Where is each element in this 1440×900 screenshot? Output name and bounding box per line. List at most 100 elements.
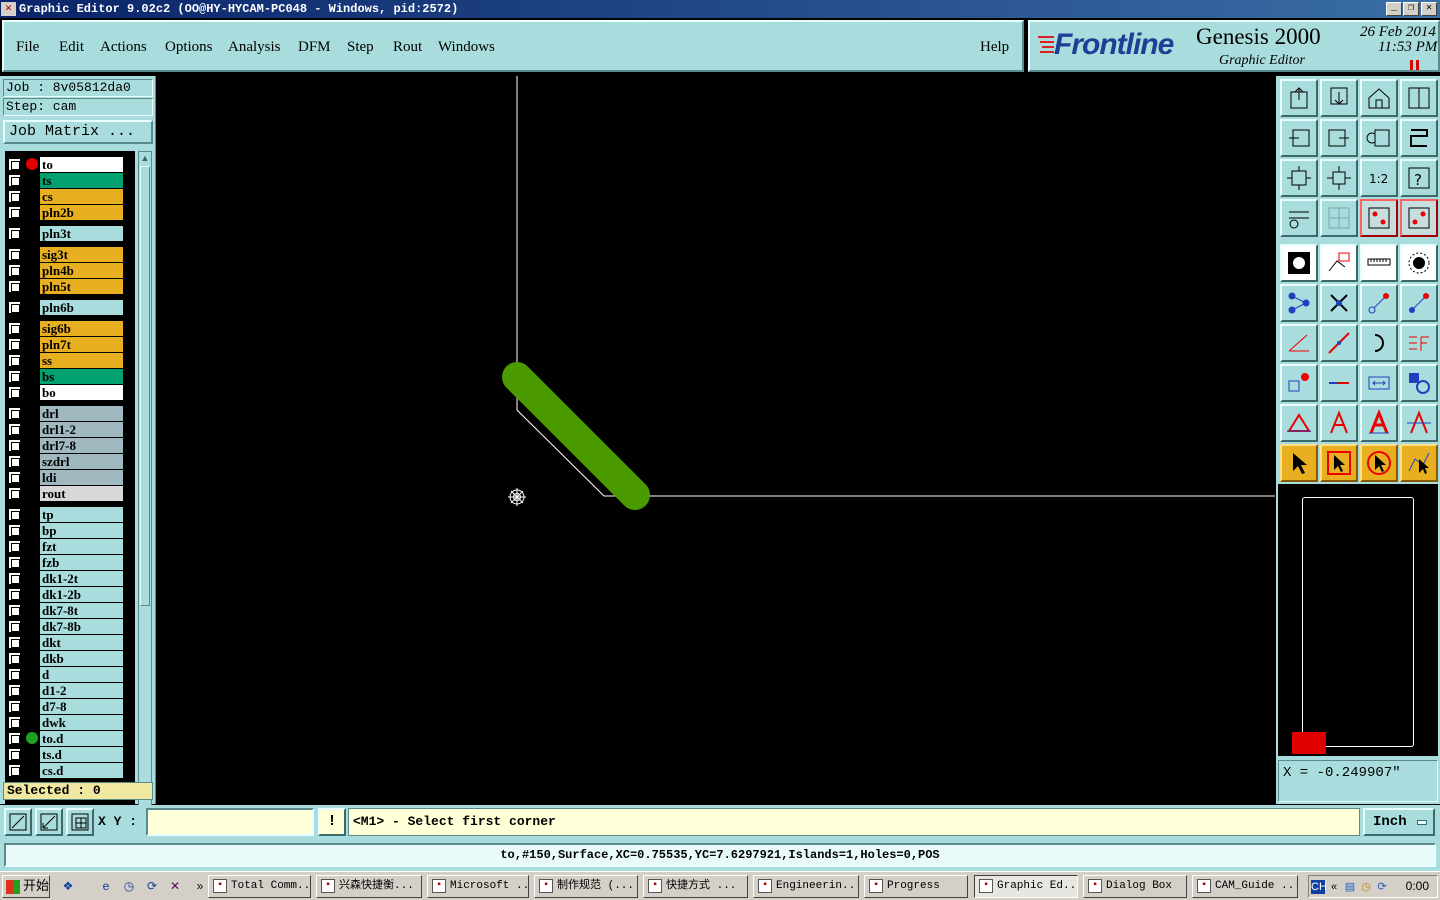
layer-checkbox[interactable] <box>8 174 21 187</box>
layer-checkbox[interactable] <box>8 588 21 601</box>
layer-row[interactable]: dk7-8b <box>5 619 135 634</box>
layer-row[interactable]: drl <box>5 406 135 421</box>
save-button[interactable] <box>1320 79 1358 117</box>
menu-file[interactable]: File <box>16 39 39 56</box>
zoom-center-button[interactable] <box>1320 159 1358 197</box>
zoom-out-button[interactable] <box>35 808 63 836</box>
x-app-icon[interactable]: ✕ <box>167 878 183 894</box>
layer-name[interactable]: tp <box>40 507 123 522</box>
layer-name[interactable]: to.d <box>40 731 123 746</box>
layer-row[interactable]: dk1-2b <box>5 587 135 602</box>
layer-row[interactable]: ldi <box>5 470 135 485</box>
settings-button[interactable] <box>1280 199 1318 237</box>
layer-row[interactable]: dk1-2t <box>5 571 135 586</box>
help-button[interactable]: ? <box>1400 159 1438 197</box>
layer-row[interactable]: sig6b <box>5 321 135 336</box>
taskbar-task[interactable]: ▪ Total Comm... <box>208 875 311 898</box>
layer-checkbox[interactable] <box>8 439 21 452</box>
layer-name[interactable]: drl <box>40 406 123 421</box>
layer-name[interactable]: pln2b <box>40 205 123 220</box>
layer-row[interactable]: pln2b <box>5 205 135 220</box>
taskbar-task[interactable]: ▪ Progress <box>864 875 968 898</box>
layer-checkbox[interactable] <box>8 684 21 697</box>
pad-button[interactable] <box>1400 244 1438 282</box>
line-button[interactable] <box>1320 324 1358 362</box>
layer-name[interactable]: cs.d <box>40 763 123 778</box>
layer-row[interactable]: dwk <box>5 715 135 730</box>
layer-row[interactable]: pln6b <box>5 300 135 315</box>
restore-button[interactable]: ❐ <box>1403 2 1419 16</box>
start-button[interactable]: 开始 <box>2 875 50 898</box>
layer-name[interactable]: drl7-8 <box>40 438 123 453</box>
surface-button[interactable] <box>1320 244 1358 282</box>
layer-name[interactable]: cs <box>40 189 123 204</box>
layer-checkbox[interactable] <box>8 652 21 665</box>
layer-checkbox[interactable] <box>8 556 21 569</box>
layer-row[interactable]: dkb <box>5 651 135 666</box>
open-button[interactable] <box>1280 79 1318 117</box>
arc-button[interactable] <box>1360 324 1398 362</box>
layer-name[interactable]: d <box>40 667 123 682</box>
layer-row[interactable]: bo <box>5 385 135 400</box>
layer-row[interactable]: tp <box>5 507 135 522</box>
layer-name[interactable]: d1-2 <box>40 683 123 698</box>
network-icon[interactable]: ▤ <box>1343 880 1357 894</box>
taskbar-task[interactable]: ▪ Microsoft ... <box>427 875 529 898</box>
layer-name[interactable]: ldi <box>40 470 123 485</box>
layer-name[interactable]: fzb <box>40 555 123 570</box>
delete-button[interactable] <box>1320 284 1358 322</box>
layer-checkbox[interactable] <box>8 732 21 745</box>
window-button[interactable] <box>1400 79 1438 117</box>
menu-analysis[interactable]: Analysis <box>228 39 281 56</box>
overview-map[interactable] <box>1278 484 1438 756</box>
layer-checkbox[interactable] <box>8 322 21 335</box>
home-button[interactable] <box>1360 79 1398 117</box>
layer-name[interactable]: dk7-8b <box>40 619 123 634</box>
layer-checkbox[interactable] <box>8 471 21 484</box>
layer-name[interactable]: pln7t <box>40 337 123 352</box>
layer-name[interactable]: ts <box>40 173 123 188</box>
menu-step[interactable]: Step <box>347 39 374 56</box>
menu-rout[interactable]: Rout <box>393 39 422 56</box>
layer-row[interactable]: rout <box>5 486 135 501</box>
layer-row[interactable]: pln5t <box>5 279 135 294</box>
layer-row[interactable]: dk7-8t <box>5 603 135 618</box>
layer-name[interactable]: dkb <box>40 651 123 666</box>
taskbar-task[interactable]: ▪ CAM_Guide ... <box>1192 875 1298 898</box>
layer-row[interactable]: cs.d <box>5 763 135 778</box>
menu-help[interactable]: Help <box>980 39 1009 56</box>
layer-row[interactable]: cs <box>5 189 135 204</box>
layer-scrollbar[interactable]: ▲ ▼ <box>138 151 152 853</box>
taskbar-task[interactable]: ▪ Engineerin... <box>753 875 859 898</box>
zoom-fit-button[interactable] <box>1280 159 1318 197</box>
copy-button[interactable] <box>1400 284 1438 322</box>
layer-name[interactable]: dwk <box>40 715 123 730</box>
measure-button[interactable] <box>1360 364 1398 402</box>
xy-input[interactable] <box>146 808 314 836</box>
layer-checkbox[interactable] <box>8 423 21 436</box>
layer-row[interactable]: to <box>5 157 135 172</box>
redo-button[interactable] <box>1400 119 1438 157</box>
layer-row[interactable]: drl1-2 <box>5 422 135 437</box>
layer-name[interactable]: dkt <box>40 635 123 650</box>
layer-name[interactable]: pln4b <box>40 263 123 278</box>
layer-name[interactable]: fzt <box>40 539 123 554</box>
layer-row[interactable]: pln3t <box>5 226 135 241</box>
zoom-1to2-button[interactable]: 1:2 <box>1360 159 1398 197</box>
layer-checkbox[interactable] <box>8 524 21 537</box>
layer-name[interactable]: szdrl <box>40 454 123 469</box>
layer-checkbox[interactable] <box>8 301 21 314</box>
zoom-in-button[interactable] <box>4 808 32 836</box>
layer-row[interactable]: d7-8 <box>5 699 135 714</box>
layer-checkbox[interactable] <box>8 354 21 367</box>
overview-viewport[interactable] <box>1292 732 1326 754</box>
quicklaunch-group-icon[interactable]: ❖ <box>60 878 76 894</box>
tray-clock-icon[interactable]: ◷ <box>1359 880 1373 894</box>
layer-checkbox[interactable] <box>8 748 21 761</box>
layer-row[interactable]: ts <box>5 173 135 188</box>
snap-alt-button[interactable] <box>1400 199 1438 237</box>
window-zoom-button[interactable] <box>66 808 94 836</box>
close-button[interactable]: ✕ <box>1421 2 1437 16</box>
layer-checkbox[interactable] <box>8 248 21 261</box>
layer-name[interactable]: d7-8 <box>40 699 123 714</box>
